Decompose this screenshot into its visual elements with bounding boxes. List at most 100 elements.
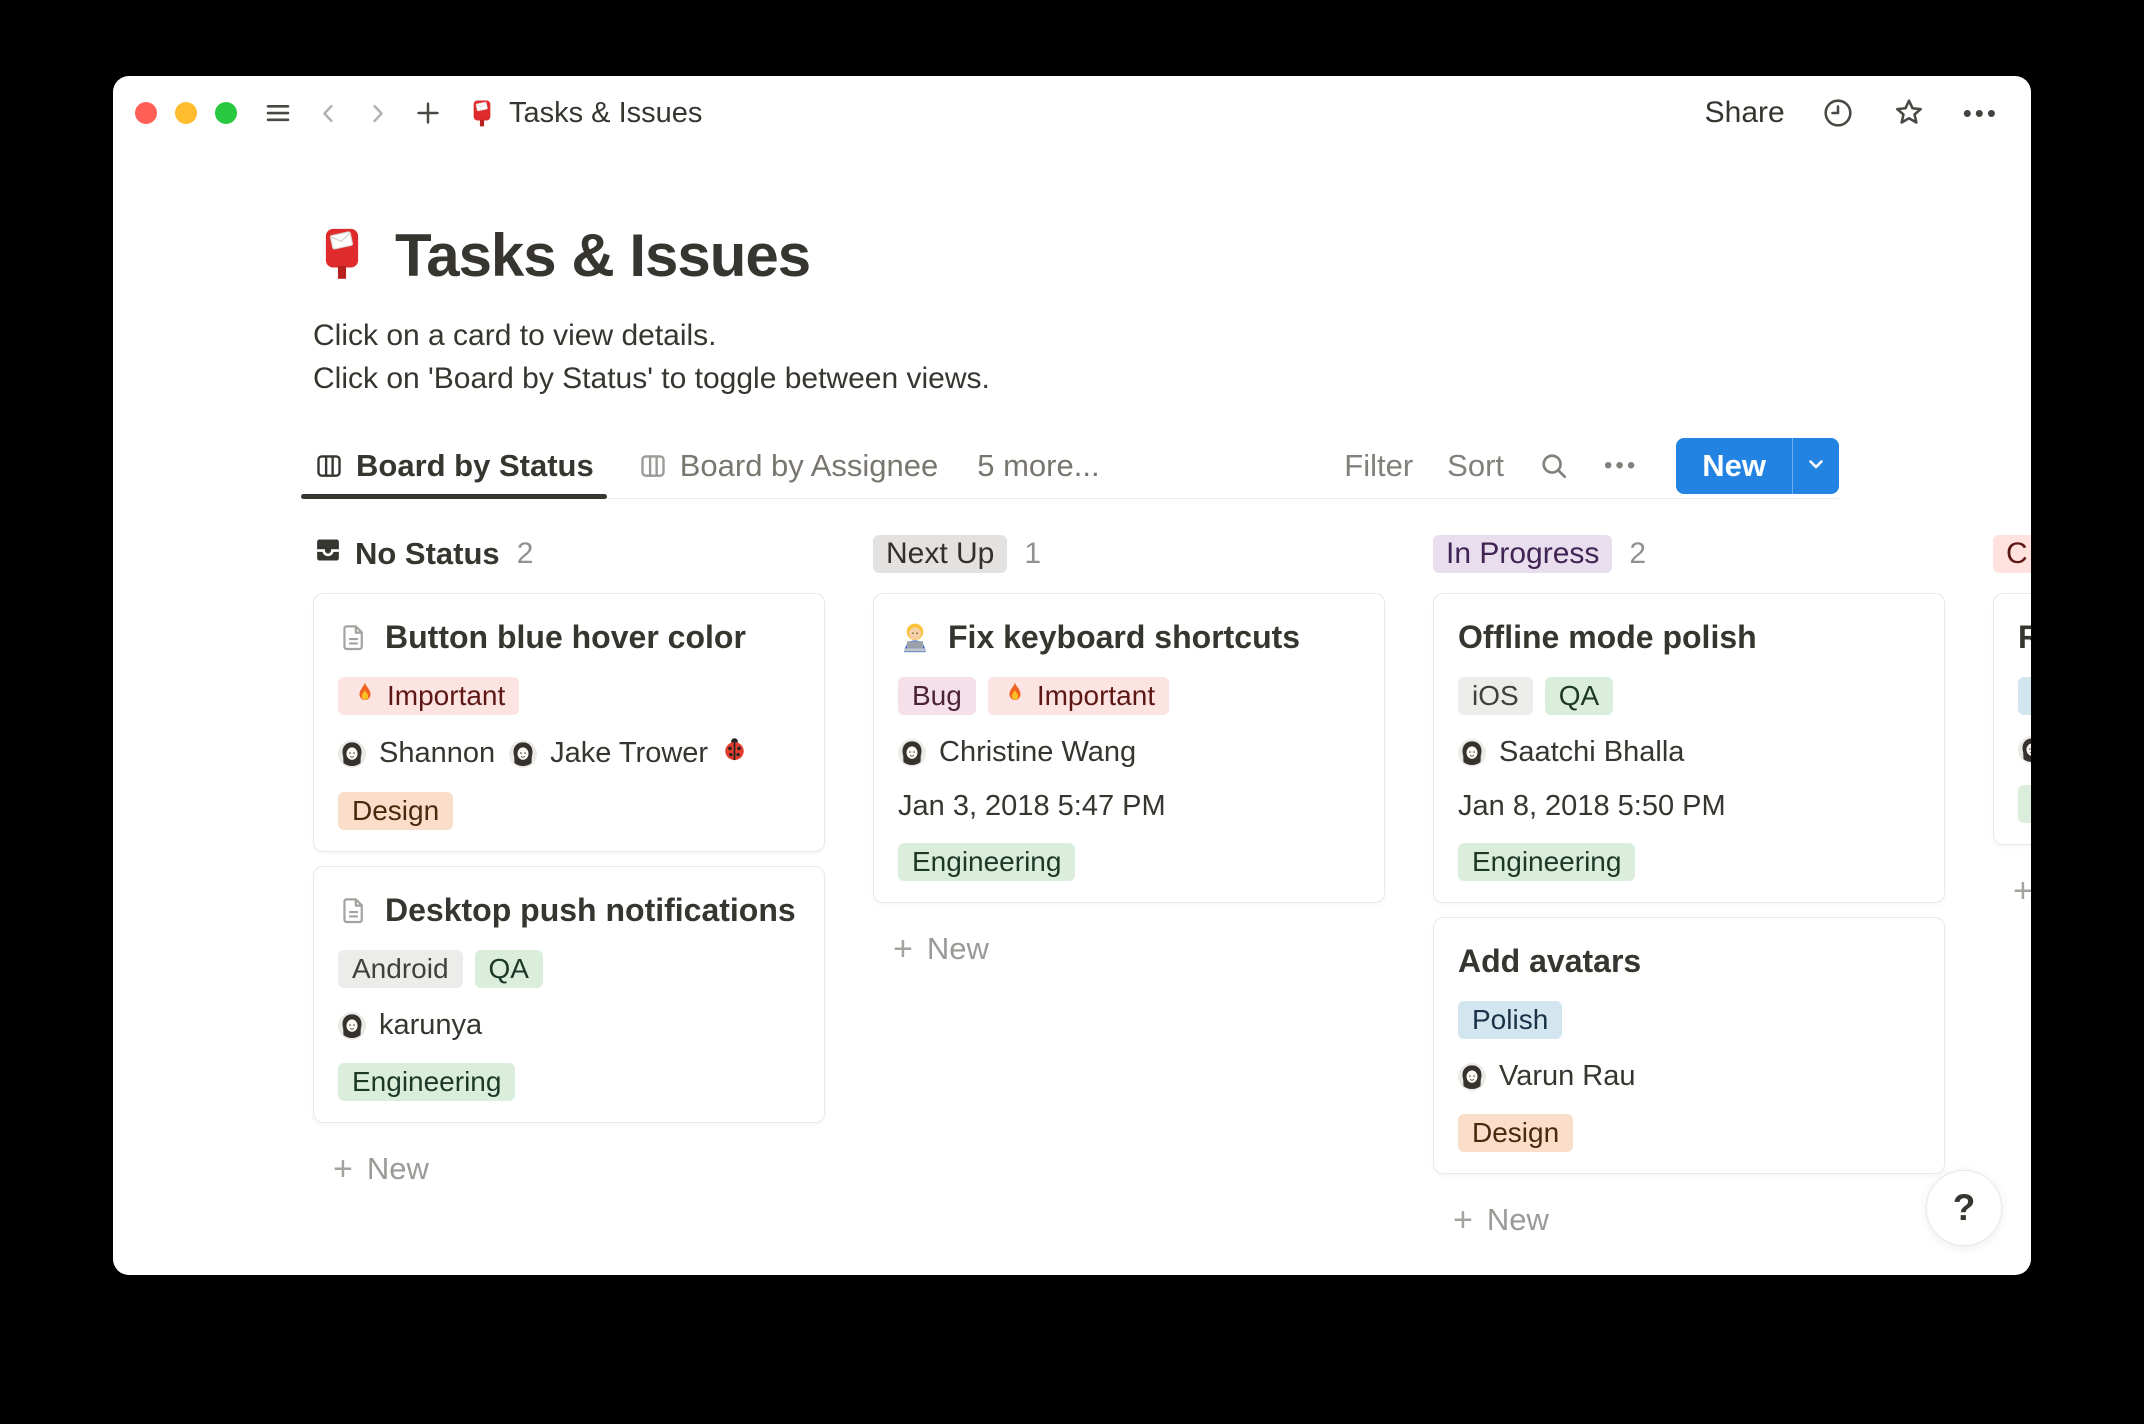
assignee-name: Varun Rau bbox=[1499, 1060, 1636, 1093]
card-title: Button blue hover color bbox=[385, 619, 746, 656]
assignee-name: Saatchi Bhalla bbox=[1499, 736, 1684, 769]
tab-board-by-assignee[interactable]: Board by Assignee bbox=[625, 434, 952, 498]
tag-bug: Bug bbox=[898, 677, 976, 715]
tag-important: Important bbox=[988, 677, 1169, 715]
view-tabs-bar: Board by Status Board by Assignee 5 more… bbox=[301, 434, 1839, 499]
add-card-button[interactable]: + New bbox=[1433, 1202, 1945, 1238]
assignees bbox=[2018, 736, 2031, 764]
tab-board-by-status[interactable]: Board by Status bbox=[301, 434, 607, 498]
page-postbox-icon[interactable] bbox=[313, 224, 371, 287]
tag-android: Android bbox=[338, 950, 463, 988]
minimize-window-button[interactable] bbox=[175, 102, 197, 124]
assignee-name: Shannon bbox=[379, 737, 495, 770]
board-column-next-up: Next Up 1 Fix keyboard shortcuts Bug Imp… bbox=[873, 535, 1385, 1238]
tag-important: Important bbox=[338, 677, 519, 715]
back-icon[interactable] bbox=[315, 100, 342, 127]
card-title: Fix keyboard shortcuts bbox=[948, 619, 1300, 656]
technologist-icon bbox=[898, 621, 932, 655]
breadcrumb[interactable]: Tasks & Issues bbox=[467, 97, 702, 130]
tag-qa: QA bbox=[475, 950, 543, 988]
page-title[interactable]: Tasks & Issues bbox=[395, 221, 810, 290]
avatar bbox=[2018, 736, 2031, 764]
column-count: 1 bbox=[1024, 537, 1041, 571]
description-line[interactable]: Click on a card to view details. bbox=[313, 314, 1839, 357]
column-header[interactable]: No Status 2 bbox=[313, 535, 825, 573]
breadcrumb-title: Tasks & Issues bbox=[509, 97, 702, 130]
description-line[interactable]: Click on 'Board by Status' to toggle bet… bbox=[313, 357, 1839, 400]
close-window-button[interactable] bbox=[135, 102, 157, 124]
tag-clipped: E bbox=[2018, 785, 2031, 823]
search-icon[interactable] bbox=[1538, 450, 1570, 482]
column-title-pill: In Progress bbox=[1433, 535, 1612, 573]
card-title: Add avatars bbox=[1458, 943, 1641, 980]
due-date: Jan 3, 2018 5:47 PM bbox=[898, 790, 1360, 822]
card-add-avatars[interactable]: Add avatars Polish Varun Rau Design bbox=[1433, 917, 1945, 1174]
assignees: Shannon Jake Trower bbox=[338, 736, 800, 771]
assignee-name: Jake Trower bbox=[550, 737, 708, 770]
postbox-icon bbox=[467, 98, 497, 128]
column-header[interactable]: C bbox=[1993, 535, 2031, 573]
add-card-button[interactable]: + New bbox=[873, 931, 1385, 967]
card-button-blue-hover-color[interactable]: Button blue hover color Important Shanno… bbox=[313, 593, 825, 852]
add-card-button[interactable]: + New bbox=[1993, 873, 2031, 909]
assignees: Varun Rau bbox=[1458, 1060, 1920, 1093]
column-title: No Status bbox=[355, 536, 500, 572]
card-fix-keyboard-shortcuts[interactable]: Fix keyboard shortcuts Bug Important Chr… bbox=[873, 593, 1385, 903]
desktop-background: Tasks & Issues Share ••• Tasks & Issues … bbox=[0, 0, 2144, 1424]
more-views-button[interactable]: 5 more... bbox=[977, 448, 1099, 484]
tag-design: Design bbox=[338, 792, 453, 830]
new-page-icon[interactable] bbox=[413, 98, 443, 128]
board-column-clipped: C R P E bbox=[1993, 535, 2031, 1238]
new-button-group: New bbox=[1676, 438, 1839, 494]
column-title-pill: Next Up bbox=[873, 535, 1007, 573]
board-column-in-progress: In Progress 2 Offline mode polish iOS QA bbox=[1433, 535, 1945, 1238]
card-title: Offline mode polish bbox=[1458, 619, 1757, 656]
favorite-star-icon[interactable] bbox=[1891, 95, 1927, 131]
inbox-icon bbox=[313, 535, 343, 573]
board-view-icon bbox=[638, 451, 668, 481]
page-icon bbox=[338, 622, 369, 653]
add-card-button[interactable]: + New bbox=[313, 1151, 825, 1187]
board-view-icon bbox=[314, 451, 344, 481]
card-desktop-push-notifications[interactable]: Desktop push notifications Android QA ka… bbox=[313, 866, 825, 1123]
new-button[interactable]: New bbox=[1676, 438, 1792, 494]
avatar bbox=[898, 739, 926, 767]
help-button[interactable]: ? bbox=[1926, 1170, 2002, 1246]
window-more-icon[interactable]: ••• bbox=[1963, 98, 1999, 129]
sort-button[interactable]: Sort bbox=[1447, 448, 1504, 484]
ladybug-icon bbox=[721, 736, 748, 771]
board-column-no-status: No Status 2 Button blue hover color Impo… bbox=[313, 535, 825, 1238]
assignees: Saatchi Bhalla bbox=[1458, 736, 1920, 769]
view-options-icon[interactable]: ••• bbox=[1604, 452, 1638, 480]
filter-button[interactable]: Filter bbox=[1344, 448, 1413, 484]
titlebar: Tasks & Issues Share ••• bbox=[113, 76, 2031, 150]
column-title-pill: C bbox=[1993, 535, 2031, 573]
tag-engineering: Engineering bbox=[338, 1063, 515, 1101]
assignees: karunya bbox=[338, 1009, 800, 1042]
plus-icon: + bbox=[893, 934, 913, 964]
card-title: Desktop push notifications bbox=[385, 892, 796, 929]
avatar bbox=[1458, 739, 1486, 767]
page-icon bbox=[338, 895, 369, 926]
sidebar-toggle-icon[interactable] bbox=[263, 98, 293, 128]
due-date: Jan 8, 2018 5:50 PM bbox=[1458, 790, 1920, 822]
zoom-window-button[interactable] bbox=[215, 102, 237, 124]
card-clipped[interactable]: R P E bbox=[1993, 593, 2031, 845]
avatar bbox=[338, 1012, 366, 1040]
new-dropdown-button[interactable] bbox=[1792, 438, 1839, 494]
avatar bbox=[1458, 1063, 1486, 1091]
column-header[interactable]: Next Up 1 bbox=[873, 535, 1385, 573]
avatar bbox=[338, 740, 366, 768]
plus-icon: + bbox=[1453, 1205, 1473, 1235]
forward-icon[interactable] bbox=[364, 100, 391, 127]
card-offline-mode-polish[interactable]: Offline mode polish iOS QA Saatchi Bhall… bbox=[1433, 593, 1945, 903]
card-title: R bbox=[2018, 619, 2031, 656]
tag-design: Design bbox=[1458, 1114, 1573, 1152]
tag-clipped: P bbox=[2018, 677, 2031, 715]
notion-window: Tasks & Issues Share ••• Tasks & Issues … bbox=[113, 76, 2031, 1275]
assignees: Christine Wang bbox=[898, 736, 1360, 769]
updates-clock-icon[interactable] bbox=[1821, 96, 1855, 130]
tag-polish: Polish bbox=[1458, 1001, 1562, 1039]
column-header[interactable]: In Progress 2 bbox=[1433, 535, 1945, 573]
share-button[interactable]: Share bbox=[1705, 96, 1785, 130]
